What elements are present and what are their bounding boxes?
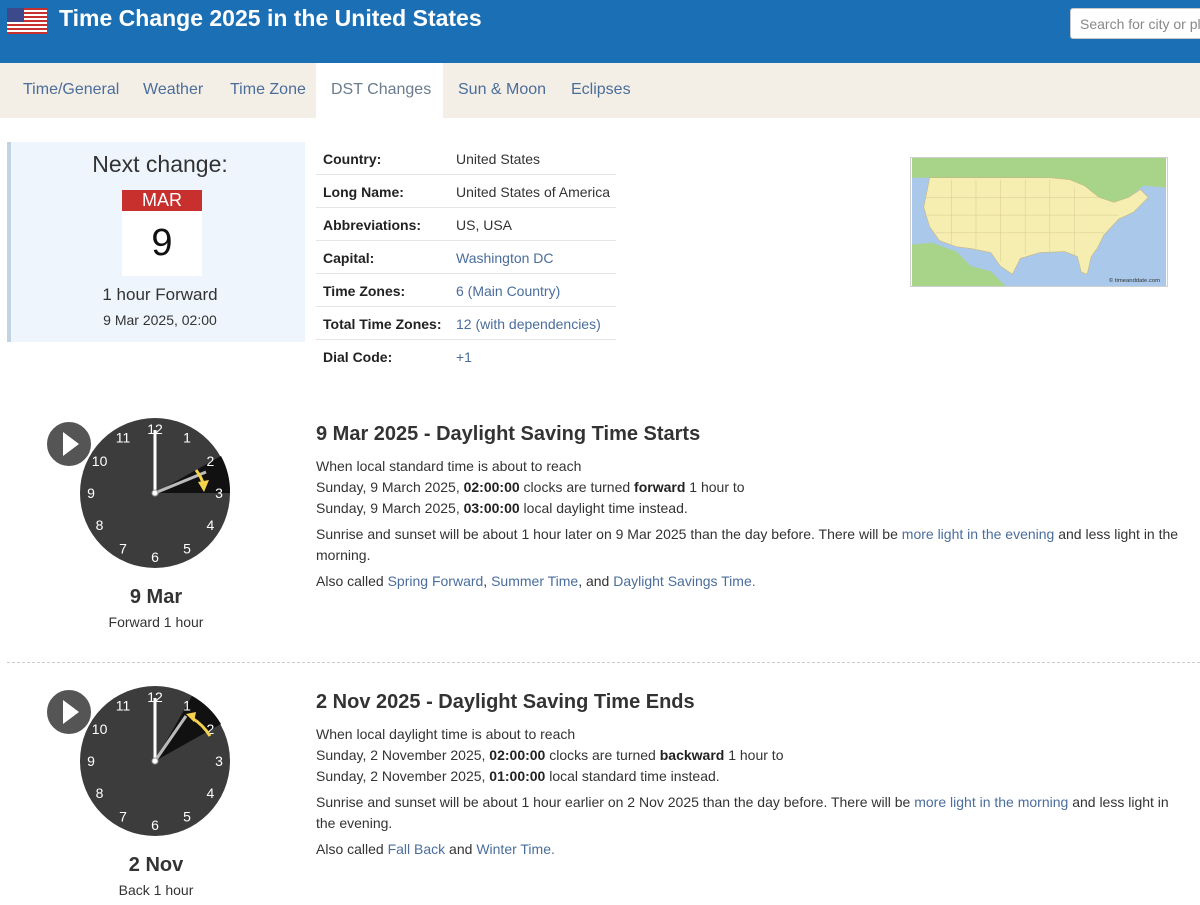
dial-code-link[interactable]: +1	[456, 349, 472, 365]
info-label: Time Zones:	[323, 283, 406, 299]
info-row-country: Country: United States	[316, 142, 616, 175]
event-also-called: Also called Fall Back and Winter Time.	[316, 841, 555, 857]
info-row-abbreviations: Abbreviations: US, USA	[316, 208, 616, 241]
info-label: Total Time Zones:	[323, 316, 442, 332]
us-flag-icon	[7, 8, 47, 34]
info-value: United States of America	[456, 184, 611, 200]
event-sun-text: Sunrise and sunset will be about 1 hour …	[316, 794, 1169, 831]
event-line3: Sunday, 9 March 2025, 03:00:00 local day…	[316, 500, 688, 516]
event-title: 9 Mar 2025 - Daylight Saving Time Starts	[316, 423, 701, 445]
clock-number: 2	[207, 453, 215, 469]
info-row-dial-code: Dial Code: +1	[316, 340, 616, 373]
clock-number: 10	[92, 721, 108, 737]
clock-number: 8	[96, 517, 104, 533]
clock-icon: 121234567891011	[46, 686, 230, 836]
clock-number: 6	[151, 817, 159, 833]
tab-weather[interactable]: Weather	[128, 63, 218, 118]
event-side-date: 9 Mar	[129, 586, 183, 608]
light-evening-link[interactable]: more light in the evening	[902, 526, 1055, 542]
event-also-called: Also called Spring Forward, Summer Time,…	[316, 573, 756, 589]
us-map[interactable]: © timeanddate.com	[910, 157, 1168, 287]
clock-number: 9	[87, 753, 95, 769]
info-value: US, USA	[456, 217, 513, 233]
tab-time-general[interactable]: Time/General	[8, 63, 134, 118]
info-label: Capital:	[323, 250, 375, 266]
next-change-datetime: 9 Mar 2025, 02:00	[103, 312, 217, 328]
clock-number: 3	[215, 753, 223, 769]
clock-number: 4	[207, 517, 215, 533]
tab-dst-changes[interactable]: DST Changes	[316, 63, 443, 118]
summer-time-link[interactable]: Summer Time	[491, 573, 578, 589]
event-side-sub: Back 1 hour	[118, 882, 194, 898]
clock-number: 5	[183, 808, 191, 824]
clock-number: 5	[183, 540, 191, 556]
tab-eclipses[interactable]: Eclipses	[556, 63, 646, 118]
clock-number: 6	[151, 549, 159, 565]
info-label: Country:	[323, 151, 382, 167]
header: Time Change 2025 in the United States Se…	[0, 0, 1200, 63]
tab-sun-moon[interactable]: Sun & Moon	[443, 63, 561, 118]
capital-link[interactable]: Washington DC	[456, 250, 554, 266]
event-sun-text: Sunrise and sunset will be about 1 hour …	[316, 526, 1179, 563]
clock-icon: 121234567891011	[46, 418, 231, 568]
next-change-description: 1 hour Forward	[102, 285, 218, 304]
clock-number: 11	[116, 430, 131, 446]
event-line2: Sunday, 9 March 2025, 02:00:00 clocks ar…	[316, 479, 745, 495]
clock-number: 11	[116, 698, 131, 714]
clock-number: 1	[183, 698, 191, 714]
spring-forward-link[interactable]: Spring Forward	[388, 573, 484, 589]
event-line2: Sunday, 2 November 2025, 02:00:00 clocks…	[316, 747, 784, 763]
event-line1: When local daylight time is about to rea…	[316, 726, 576, 742]
fall-back-link[interactable]: Fall Back	[388, 841, 446, 857]
calendar-month: MAR	[122, 190, 202, 211]
search-input[interactable]: Search for city or place...	[1070, 8, 1200, 39]
clock-dst-start: 12 1 2 3 4 5 6 7 8 9 10 11	[46, 418, 236, 578]
info-label: Dial Code:	[323, 349, 393, 365]
clock-number: 10	[92, 453, 108, 469]
info-row-time-zones: Time Zones: 6 (Main Country)	[316, 274, 616, 307]
clock-number: 7	[119, 808, 127, 824]
calendar-day: 9	[151, 222, 173, 264]
calendar-icon: MAR 9	[122, 190, 202, 276]
next-change-title: Next change:	[92, 151, 228, 177]
clock-number: 7	[119, 540, 127, 556]
light-morning-link[interactable]: more light in the morning	[914, 794, 1068, 810]
event-side-sub: Forward 1 hour	[108, 614, 204, 630]
winter-time-link[interactable]: Winter Time	[476, 841, 551, 857]
clock-number: 9	[87, 485, 95, 501]
tab-time-zone[interactable]: Time Zone	[215, 63, 321, 118]
event-title: 2 Nov 2025 - Daylight Saving Time Ends	[316, 691, 695, 713]
divider	[7, 662, 1200, 663]
clock-number: 4	[207, 785, 215, 801]
clock-number: 8	[96, 785, 104, 801]
next-change-box: Next change: MAR 9 1 hour Forward 9 Mar …	[7, 142, 305, 342]
info-label: Abbreviations:	[323, 217, 422, 233]
info-value: United States	[456, 151, 541, 167]
clock-dst-end: 12 1 2 3 4 5 6 7 8 9 10 11	[46, 686, 236, 846]
country-info-table: Country: United States Long Name: United…	[316, 142, 616, 373]
total-time-zones-link[interactable]: 12 (with dependencies)	[456, 316, 601, 332]
info-row-total-time-zones: Total Time Zones: 12 (with dependencies)	[316, 307, 616, 340]
event-line3: Sunday, 2 November 2025, 01:00:00 local …	[316, 768, 720, 784]
daylight-savings-time-link[interactable]: Daylight Savings Time	[613, 573, 752, 589]
clock-number: 1	[183, 430, 191, 446]
map-credit: © timeanddate.com	[1109, 277, 1160, 284]
page-title: Time Change 2025 in the United States	[59, 5, 482, 31]
event-line1: When local standard time is about to rea…	[316, 458, 582, 474]
info-row-long-name: Long Name: United States of America	[316, 175, 616, 208]
clock-number: 3	[215, 485, 223, 501]
info-row-capital: Capital: Washington DC	[316, 241, 616, 274]
nav-bar: Time/General Weather Time Zone DST Chang…	[0, 63, 1200, 118]
time-zones-link[interactable]: 6 (Main Country)	[456, 283, 560, 299]
event-side-date: 2 Nov	[128, 854, 184, 876]
info-label: Long Name:	[323, 184, 404, 200]
